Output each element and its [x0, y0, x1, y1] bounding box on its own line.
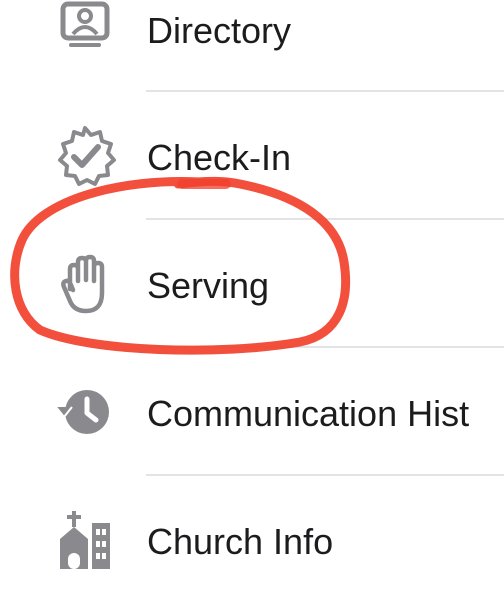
divider: [146, 90, 504, 92]
hand-icon: [50, 249, 120, 319]
menu-item-check-in[interactable]: Check-In: [0, 94, 504, 222]
history-clock-icon: [50, 377, 120, 447]
menu-item-serving-label: Serving: [147, 265, 270, 306]
check-in-badge-icon: [50, 121, 120, 191]
menu-item-church-info[interactable]: Church Info: [0, 478, 504, 606]
menu-item-check-in-label: Check-In: [147, 137, 292, 178]
menu-item-communication-history-label: Communication Hist: [147, 393, 470, 434]
menu-item-directory-label: Directory: [147, 10, 292, 51]
menu-item-communication-history[interactable]: Communication Hist: [0, 350, 504, 478]
menu-item-directory[interactable]: Directory: [0, 0, 504, 95]
divider: [146, 474, 504, 476]
menu-item-serving[interactable]: Serving: [0, 222, 504, 350]
menu-item-church-info-label: Church Info: [147, 521, 334, 562]
more-menu-list: Directory Check-In Serving Communication…: [0, 0, 504, 569]
divider: [146, 218, 504, 220]
church-icon: [50, 505, 120, 575]
directory-icon: [50, 0, 120, 66]
divider: [146, 346, 504, 348]
